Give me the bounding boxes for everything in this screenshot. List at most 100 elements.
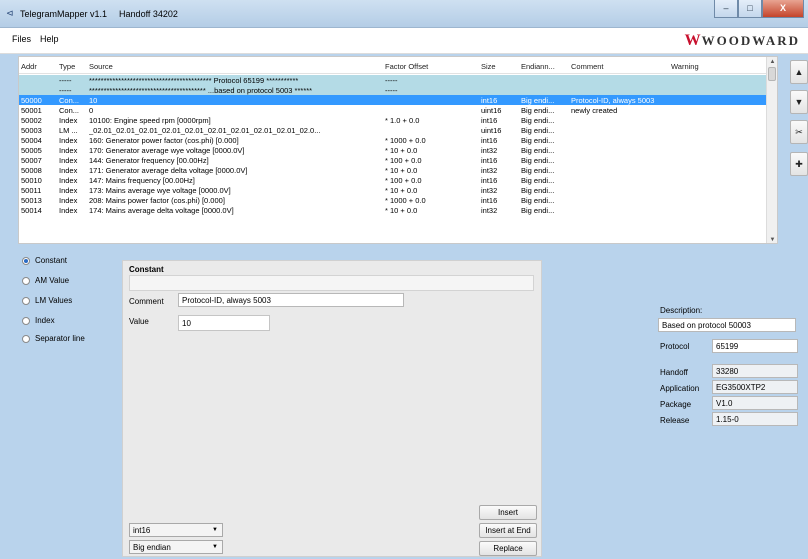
move-up-button[interactable]: ▲: [790, 60, 808, 84]
cell-size: int32: [481, 146, 498, 155]
table-row[interactable]: 50014 Index 174: Mains average delta volta…: [19, 205, 777, 215]
table-row[interactable]: 50000 Con... 10 int16 Big endi... Protocol-ID…: [19, 95, 777, 105]
col-source[interactable]: Source: [89, 62, 375, 71]
mapping-grid[interactable]: Addr Type Source Factor Offset Size Endi…: [18, 56, 778, 244]
cell-size: int32: [481, 166, 498, 175]
radio-lm-values[interactable]: LM Values: [22, 296, 72, 305]
size-select-value: int16: [133, 526, 151, 535]
description-field[interactable]: Based on protocol 50003: [658, 318, 796, 332]
chevron-down-icon: ▼: [212, 527, 218, 533]
insert-button[interactable]: Insert: [479, 505, 537, 520]
cell-source: ****************************************…: [89, 86, 313, 95]
cell-factor-offset: * 1000 + 0.0: [385, 136, 426, 145]
table-row[interactable]: 50001 Con... 0 uint16 Big endi... newly creat…: [19, 105, 777, 115]
cell-addr: 50005: [21, 146, 42, 155]
grid-scrollbar[interactable]: ▲ ▼: [766, 57, 777, 243]
value-field[interactable]: 10: [178, 315, 270, 331]
table-row[interactable]: 50008 Index 171: Generator average delta v…: [19, 165, 777, 175]
cell-addr: 50011: [21, 186, 42, 195]
cell-type: Index: [59, 116, 78, 125]
separator-row[interactable]: ----- ***********************************…: [19, 85, 777, 95]
comment-label: Comment: [129, 297, 164, 306]
endian-select[interactable]: Big endian ▼: [129, 540, 223, 554]
cell-endianness: Big endi...: [521, 206, 555, 215]
radio-label: Constant: [35, 256, 68, 265]
cell-factor-offset: -----: [385, 86, 398, 95]
cell-addr: 50004: [21, 136, 42, 145]
grid-header: Addr Type Source Factor Offset Size Endi…: [19, 57, 777, 74]
cell-source: 10100: Engine speed rpm [0000rpm]: [89, 116, 211, 125]
table-row[interactable]: 50005 Index 170: Generator average wye vol…: [19, 145, 777, 155]
chevron-down-icon: ▼: [212, 544, 218, 550]
col-addr[interactable]: Addr: [21, 62, 55, 71]
table-row[interactable]: 50013 Index 208: Mains power factor (cos.p…: [19, 195, 777, 205]
cell-source: 174: Mains average delta voltage [0000.0…: [89, 206, 234, 215]
col-warning[interactable]: Warning: [671, 62, 761, 71]
cell-type: Index: [59, 166, 78, 175]
cell-addr: 50003: [21, 126, 42, 135]
col-type[interactable]: Type: [59, 62, 85, 71]
scissors-icon: ✂: [795, 127, 803, 137]
add-row-button[interactable]: ✚: [790, 152, 808, 176]
constant-panel: Constant Comment Protocol-ID, always 500…: [122, 260, 542, 557]
cell-endianness: Big endi...: [521, 196, 555, 205]
cell-factor-offset: * 10 + 0.0: [385, 206, 418, 215]
table-row[interactable]: 50004 Index 160: Generator power factor (c…: [19, 135, 777, 145]
table-row[interactable]: 50010 Index 147: Mains frequency [00.00Hz]…: [19, 175, 777, 185]
replace-button[interactable]: Replace: [479, 541, 537, 556]
cell-endianness: Big endi...: [521, 136, 555, 145]
cell-factor-offset: * 100 + 0.0: [385, 176, 422, 185]
cell-size: int16: [481, 136, 498, 145]
table-row[interactable]: 50007 Index 144: Generator frequency [00.0…: [19, 155, 777, 165]
cell-type: Index: [59, 186, 78, 195]
cell-type: Con...: [59, 96, 80, 105]
table-row[interactable]: 50011 Index 173: Mains average wye voltage…: [19, 185, 777, 195]
size-select[interactable]: int16 ▼: [129, 523, 223, 537]
handoff-label: Handoff: [660, 368, 688, 377]
scroll-up-arrow[interactable]: ▲: [767, 57, 777, 67]
cell-size: int32: [481, 186, 498, 195]
table-row[interactable]: 50003 LM ... _02.01_02.01_02.01_02.01_02.0…: [19, 125, 777, 135]
radio-index[interactable]: Index: [22, 316, 55, 325]
release-label: Release: [660, 416, 690, 425]
cell-factor-offset: * 10 + 0.0: [385, 166, 418, 175]
app-title: TelegramMapper v1.1: [20, 9, 108, 19]
separator-row[interactable]: ----- ***********************************…: [19, 75, 777, 85]
comment-field[interactable]: Protocol-ID, always 5003: [178, 293, 404, 307]
cell-endianness: Big endi...: [521, 146, 555, 155]
table-row[interactable]: 50002 Index 10100: Engine speed rpm [0000r…: [19, 115, 777, 125]
cell-type: Index: [59, 206, 78, 215]
cell-endianness: Big endi...: [521, 106, 555, 115]
cell-source: 173: Mains average wye voltage [0000.0V]: [89, 186, 231, 195]
insert-at-end-button[interactable]: Insert at End: [479, 523, 537, 538]
close-button[interactable]: X: [762, 0, 804, 18]
radio-dot-icon: [22, 296, 30, 305]
radio-separator-line[interactable]: Separator line: [22, 334, 85, 343]
menu-files[interactable]: Files: [12, 34, 31, 44]
app-icon: ⊲: [6, 8, 14, 18]
move-down-button[interactable]: ▼: [790, 90, 808, 114]
cell-addr: 50013: [21, 196, 42, 205]
menu-help[interactable]: Help: [40, 34, 59, 44]
radio-dot-icon: [22, 276, 30, 285]
cell-source: 0: [89, 106, 94, 115]
minimize-button[interactable]: –: [714, 0, 738, 18]
scroll-down-arrow[interactable]: ▼: [767, 235, 777, 243]
cut-button[interactable]: ✂: [790, 120, 808, 144]
col-size[interactable]: Size: [481, 62, 509, 71]
scroll-thumb[interactable]: [768, 67, 776, 81]
cell-endianness: Big endi...: [521, 116, 555, 125]
maximize-button[interactable]: □: [738, 0, 762, 18]
handoff-title: Handoff 34202: [119, 9, 178, 19]
cell-type: Index: [59, 156, 78, 165]
cell-factor-offset: * 10 + 0.0: [385, 146, 418, 155]
col-endianness[interactable]: Endiann...: [521, 62, 567, 71]
application-label: Application: [660, 384, 700, 393]
radio-constant[interactable]: Constant: [22, 256, 67, 265]
radio-am-value[interactable]: AM Value: [22, 276, 69, 285]
arrow-up-icon: ▲: [794, 67, 804, 77]
col-factor-offset[interactable]: Factor Offset: [385, 62, 477, 71]
cell-source: 144: Generator frequency [00.00Hz]: [89, 156, 209, 165]
col-comment[interactable]: Comment: [571, 62, 671, 71]
protocol-field[interactable]: 65199: [712, 339, 798, 353]
